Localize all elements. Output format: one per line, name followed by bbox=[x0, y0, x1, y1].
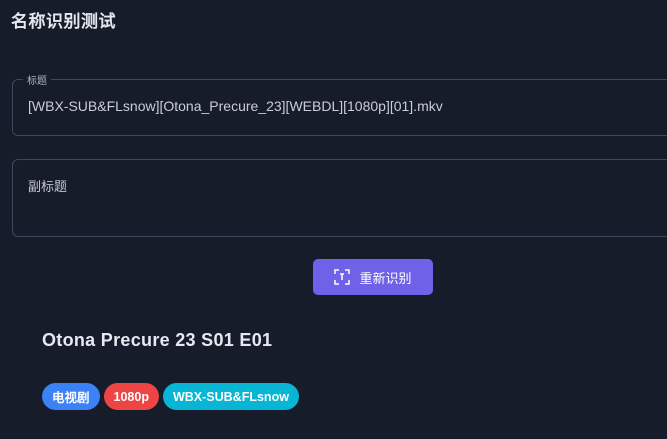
recognize-button[interactable]: 重新识别 bbox=[313, 259, 433, 295]
tag-media-type: 电视剧 bbox=[42, 383, 100, 410]
recognize-button-label: 重新识别 bbox=[359, 270, 412, 286]
page-title: 名称识别测试 bbox=[11, 12, 116, 31]
title-field-label: 标题 bbox=[23, 72, 51, 87]
page: 名称识别测试 标题 [WBX-SUB&FLsnow][Otona_Precure… bbox=[0, 0, 667, 439]
title-field-value[interactable]: [WBX-SUB&FLsnow][Otona_Precure_23][WEBDL… bbox=[28, 98, 443, 114]
result-tags: 电视剧 1080p WBX-SUB&FLsnow bbox=[42, 383, 299, 410]
title-field[interactable]: 标题 [WBX-SUB&FLsnow][Otona_Precure_23][WE… bbox=[12, 72, 667, 136]
tag-release-group: WBX-SUB&FLsnow bbox=[162, 383, 299, 410]
subtitle-field-label: 副标题 bbox=[28, 179, 68, 194]
tag-resolution: 1080p bbox=[103, 383, 159, 410]
result-title: Otona Precure 23 S01 E01 bbox=[42, 330, 273, 350]
subtitle-field[interactable]: 副标题 bbox=[12, 159, 667, 237]
scan-icon bbox=[334, 269, 359, 285]
